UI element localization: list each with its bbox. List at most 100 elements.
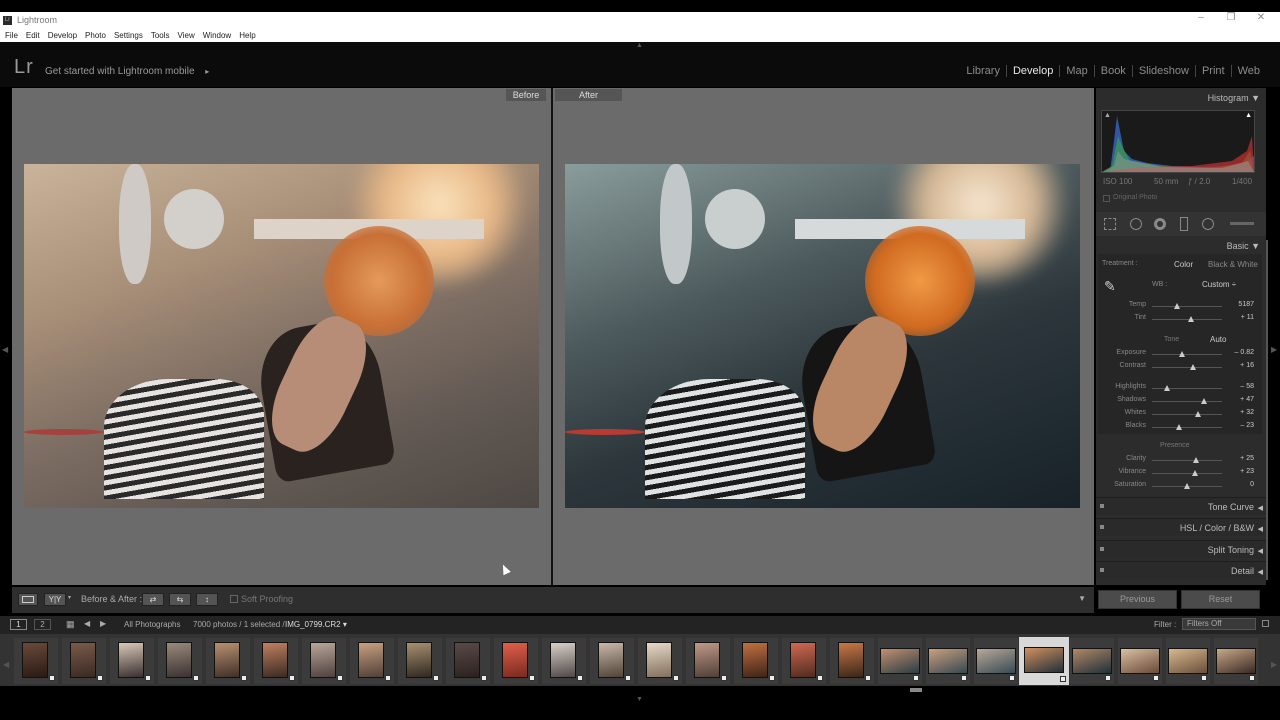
secondary-display-button[interactable]: 2 [34,619,51,630]
wb-dropdown[interactable]: Custom ÷ [1202,280,1236,289]
original-photo-checkbox[interactable] [1103,195,1110,202]
view-dropdown-icon[interactable]: ▾ [68,594,71,601]
slider-track[interactable] [1152,367,1222,368]
spot-removal-icon[interactable] [1130,218,1142,230]
slider-value[interactable]: – 23 [1240,422,1254,429]
filmstrip-thumbnail[interactable] [878,638,922,684]
module-develop[interactable]: Develop [1005,65,1059,77]
slider-value[interactable]: – 58 [1240,383,1254,390]
slider-knob[interactable] [1193,457,1200,463]
filmstrip-thumbnail[interactable] [926,638,970,684]
toolbar-menu-icon[interactable]: ▼ [1078,594,1086,603]
slider-exposure[interactable]: Exposure – 0.82 [1100,349,1260,360]
menu-photo[interactable]: Photo [85,31,106,40]
detail-section[interactable]: Detail ◀ [1096,561,1266,579]
split-toning-section[interactable]: Split Toning ◀ [1096,540,1266,558]
slider-track[interactable] [1152,354,1222,355]
filename-dropdown[interactable]: IMG_0799.CR2 ▾ [285,620,347,629]
module-library[interactable]: Library [960,65,1006,77]
left-panel-toggle-icon[interactable]: ◀ [2,345,8,354]
radial-filter-icon[interactable] [1202,218,1214,230]
crop-tool-icon[interactable] [1104,218,1116,230]
right-panel-toggle-icon[interactable]: ▶ [1271,345,1277,354]
slider-highlights[interactable]: Highlights – 58 [1100,383,1260,394]
menu-view[interactable]: View [178,31,195,40]
filmstrip-thumbnail[interactable] [542,638,586,684]
bottom-panel-toggle-icon[interactable]: ▼ [636,696,643,703]
slider-value[interactable]: + 11 [1241,314,1254,321]
module-map[interactable]: Map [1059,65,1093,77]
slider-track[interactable] [1152,427,1222,428]
panel-switch-icon[interactable] [1100,568,1104,572]
filmstrip-thumbnail[interactable] [782,638,826,684]
slider-track[interactable] [1152,414,1222,415]
copy-after-to-before-button[interactable]: ⇆ [169,593,191,606]
swap-before-after-button[interactable]: ↕ [196,593,218,606]
slider-knob[interactable] [1187,316,1194,322]
panel-switch-icon[interactable] [1100,547,1104,551]
adjustment-brush-icon[interactable] [1230,222,1254,225]
graduated-filter-icon[interactable] [1180,217,1188,231]
slider-value[interactable]: + 16 [1240,362,1254,369]
filmstrip-thumbnail[interactable] [974,638,1018,684]
filmstrip-thumbnail[interactable] [446,638,490,684]
source-label[interactable]: All Photographs [124,620,180,629]
close-button[interactable]: ✕ [1248,12,1274,28]
menu-help[interactable]: Help [239,31,255,40]
slider-shadows[interactable]: Shadows + 47 [1100,396,1260,407]
filmstrip-scrollbar[interactable] [910,688,922,692]
module-web[interactable]: Web [1230,65,1266,77]
filmstrip-thumbnail[interactable] [1070,638,1114,684]
menu-develop[interactable]: Develop [48,31,77,40]
filmstrip-thumbnail[interactable] [830,638,874,684]
filmstrip-thumbnail[interactable] [1118,638,1162,684]
filmstrip-thumbnail[interactable] [1214,638,1258,684]
slider-track[interactable] [1152,388,1222,389]
filmstrip-thumbnail[interactable] [62,638,106,684]
module-print[interactable]: Print [1194,65,1231,77]
slider-knob[interactable] [1189,364,1196,370]
filmstrip-thumbnail[interactable] [686,638,730,684]
before-after-view-button[interactable]: Y|Y [44,593,66,606]
filmstrip-right-arrow-icon[interactable]: ▶ [1271,660,1277,669]
treatment-color-option[interactable]: Color [1174,260,1193,269]
slider-contrast[interactable]: Contrast + 16 [1100,362,1260,373]
slider-clarity[interactable]: Clarity + 25 [1100,455,1260,466]
filter-lock-icon[interactable] [1262,620,1269,627]
menu-window[interactable]: Window [203,31,231,40]
basic-title[interactable]: Basic ▼ [1227,241,1260,251]
slider-temp[interactable]: Temp 5187 [1100,301,1260,312]
treatment-bw-option[interactable]: Black & White [1208,260,1258,269]
filmstrip-thumbnail[interactable] [494,638,538,684]
filmstrip-thumbnail[interactable] [734,638,778,684]
slider-knob[interactable] [1184,483,1190,489]
slider-value[interactable]: + 25 [1240,455,1254,462]
reset-button[interactable]: Reset [1181,590,1260,609]
maximize-button[interactable]: ❐ [1218,12,1244,28]
module-book[interactable]: Book [1093,65,1132,77]
filter-dropdown[interactable]: Filters Off [1182,618,1256,630]
slider-value[interactable]: + 32 [1240,409,1254,416]
before-photo[interactable] [24,164,539,508]
primary-display-button[interactable]: 1 [10,619,27,630]
menu-file[interactable]: File [5,31,18,40]
slider-track[interactable] [1152,306,1222,307]
slider-knob[interactable] [1179,351,1186,357]
panel-switch-icon[interactable] [1100,525,1104,529]
highlight-clipping-icon[interactable]: ▲ [1245,112,1252,119]
histogram-title[interactable]: Histogram ▼ [1208,93,1260,103]
slider-knob[interactable] [1192,470,1199,476]
auto-tone-button[interactable]: Auto [1210,335,1226,344]
slider-blacks[interactable]: Blacks – 23 [1100,422,1260,433]
filmstrip-thumbnail[interactable] [1166,638,1210,684]
slider-knob[interactable] [1163,385,1170,391]
tone-curve-section[interactable]: Tone Curve ◀ [1096,497,1266,515]
forward-arrow-icon[interactable]: ▶ [100,619,106,628]
slider-whites[interactable]: Whites + 32 [1100,409,1260,420]
slider-tint[interactable]: Tint + 11 [1100,314,1260,325]
filmstrip-thumbnail[interactable] [110,638,154,684]
filmstrip-thumbnail[interactable] [206,638,250,684]
loupe-view-button[interactable] [18,593,38,606]
menu-settings[interactable]: Settings [114,31,143,40]
shadow-clipping-icon[interactable]: ▲ [1104,112,1111,119]
